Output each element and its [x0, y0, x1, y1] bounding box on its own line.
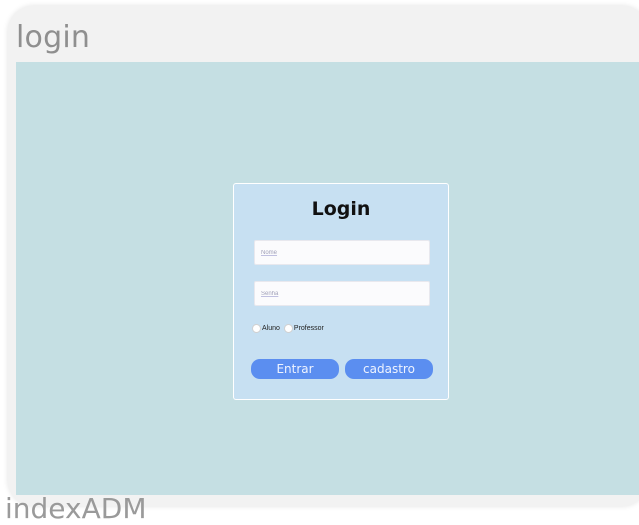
role-radio-group: Aluno Professor [252, 323, 328, 333]
entrar-button[interactable]: Entrar [251, 359, 339, 379]
frame-viewport: Login Aluno Professor Entrar cadastro [16, 62, 639, 495]
login-card: Login Aluno Professor Entrar cadastro [233, 183, 449, 400]
senha-input[interactable] [254, 281, 430, 306]
radio-professor-label[interactable]: Professor [294, 325, 324, 332]
radio-professor[interactable] [283, 323, 293, 333]
login-title: Login [311, 198, 371, 220]
login-frame: login Login Aluno Professor Entrar cadas… [8, 6, 639, 506]
nome-input[interactable] [254, 240, 430, 265]
radio-aluno-label[interactable]: Aluno [262, 325, 280, 332]
cadastro-button[interactable]: cadastro [345, 359, 433, 379]
frame-title: login [16, 20, 91, 55]
next-frame-title: indexADM [5, 492, 147, 525]
radio-aluno[interactable] [252, 323, 261, 333]
